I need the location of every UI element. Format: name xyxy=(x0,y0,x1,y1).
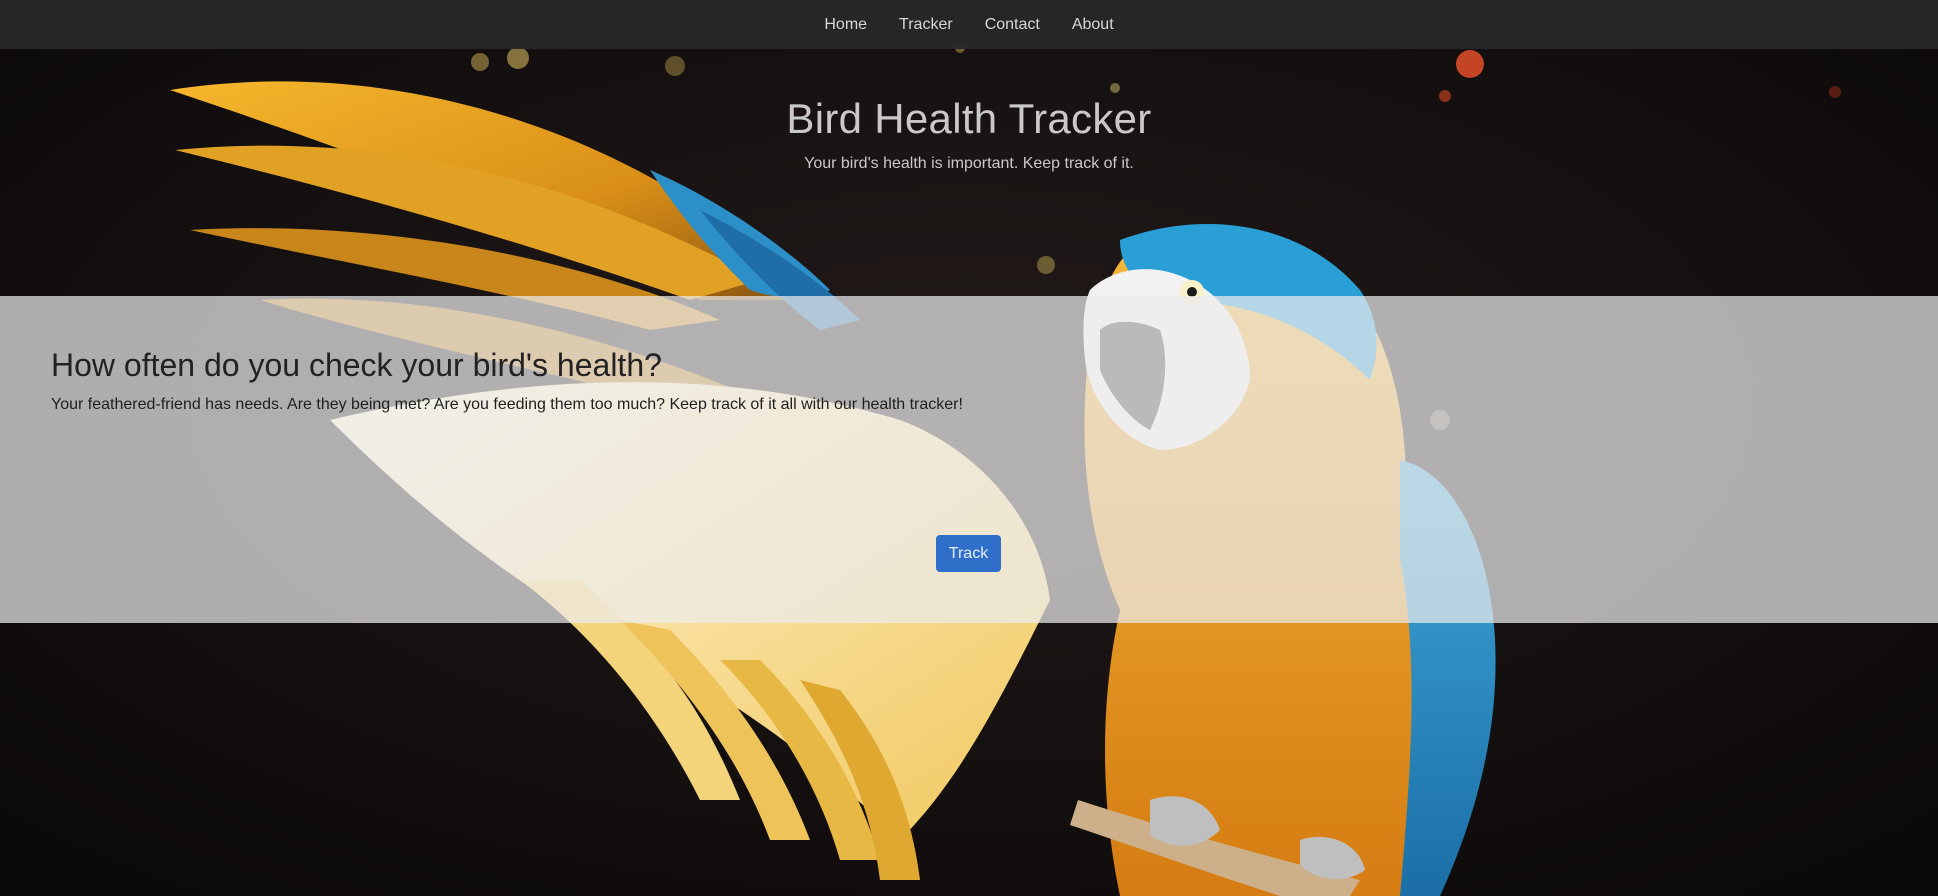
page: Home Tracker Contact About Bird Health T… xyxy=(0,0,1938,896)
top-navbar: Home Tracker Contact About xyxy=(0,0,1938,49)
page-title: Bird Health Tracker xyxy=(786,95,1152,142)
info-panel: How often do you check your bird's healt… xyxy=(0,296,1938,623)
nav-link-home[interactable]: Home xyxy=(808,16,883,34)
hero-subtitle: Your bird's health is important. Keep tr… xyxy=(804,155,1134,172)
nav-links: Home Tracker Contact About xyxy=(808,16,1129,34)
panel-heading: How often do you check your bird's healt… xyxy=(51,347,662,383)
panel-description: Your feathered-friend has needs. Are the… xyxy=(51,396,963,413)
nav-link-contact[interactable]: Contact xyxy=(969,16,1056,34)
track-button[interactable]: Track xyxy=(936,535,1001,572)
hero-section: Bird Health Tracker Your bird's health i… xyxy=(0,95,1938,173)
nav-link-about[interactable]: About xyxy=(1056,16,1130,34)
nav-link-tracker[interactable]: Tracker xyxy=(883,16,969,34)
